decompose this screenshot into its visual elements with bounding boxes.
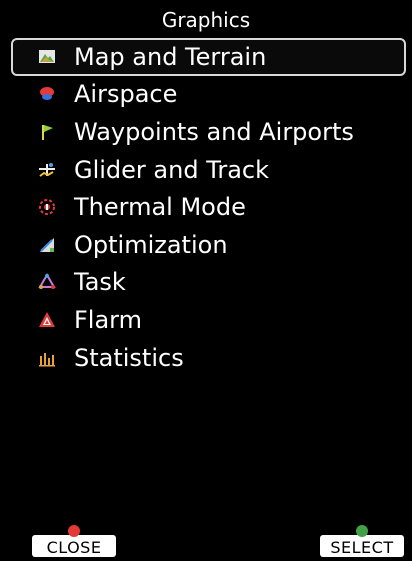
menu-item-airspace[interactable]: Airspace (0, 76, 412, 114)
graphics-menu: Map and Terrain Airspace Waypoints and A… (0, 38, 412, 376)
select-button[interactable]: SELECT (320, 525, 404, 557)
menu-item-waypoints-and-airports[interactable]: Waypoints and Airports (0, 113, 412, 151)
menu-item-label: Flarm (74, 305, 143, 334)
flarm-icon (39, 311, 55, 327)
menu-item-task[interactable]: Task (0, 264, 412, 302)
menu-item-optimization[interactable]: Optimization (0, 226, 412, 264)
close-button[interactable]: CLOSE (32, 525, 116, 557)
map-terrain-icon (39, 49, 55, 63)
thermal-icon (39, 199, 55, 216)
menu-item-glider-and-track[interactable]: Glider and Track (0, 151, 412, 189)
select-button-label: SELECT (330, 538, 394, 557)
task-icon (38, 273, 56, 290)
menu-item-label: Statistics (74, 343, 184, 372)
menu-item-label: Task (74, 268, 126, 297)
window-title: Graphics (161, 8, 251, 32)
menu-item-label: Map and Terrain (74, 42, 267, 71)
close-badge-icon (68, 525, 80, 537)
menu-item-thermal-mode[interactable]: Thermal Mode (0, 188, 412, 226)
menu-item-label: Airspace (74, 80, 178, 109)
menu-item-label: Waypoints and Airports (74, 117, 354, 146)
menu-item-flarm[interactable]: Flarm (0, 301, 412, 339)
menu-item-map-and-terrain[interactable]: Map and Terrain (11, 38, 406, 76)
menu-item-label: Glider and Track (74, 155, 270, 184)
menu-item-label: Optimization (74, 230, 228, 259)
close-button-label: CLOSE (46, 538, 102, 557)
optimization-icon (40, 237, 54, 252)
select-badge-icon (356, 525, 368, 537)
menu-item-statistics[interactable]: Statistics (0, 339, 412, 377)
glider-icon (39, 162, 55, 177)
menu-item-label: Thermal Mode (74, 193, 246, 222)
waypoint-flag-icon (42, 124, 53, 140)
airspace-icon (40, 87, 54, 101)
statistics-icon (39, 352, 55, 367)
